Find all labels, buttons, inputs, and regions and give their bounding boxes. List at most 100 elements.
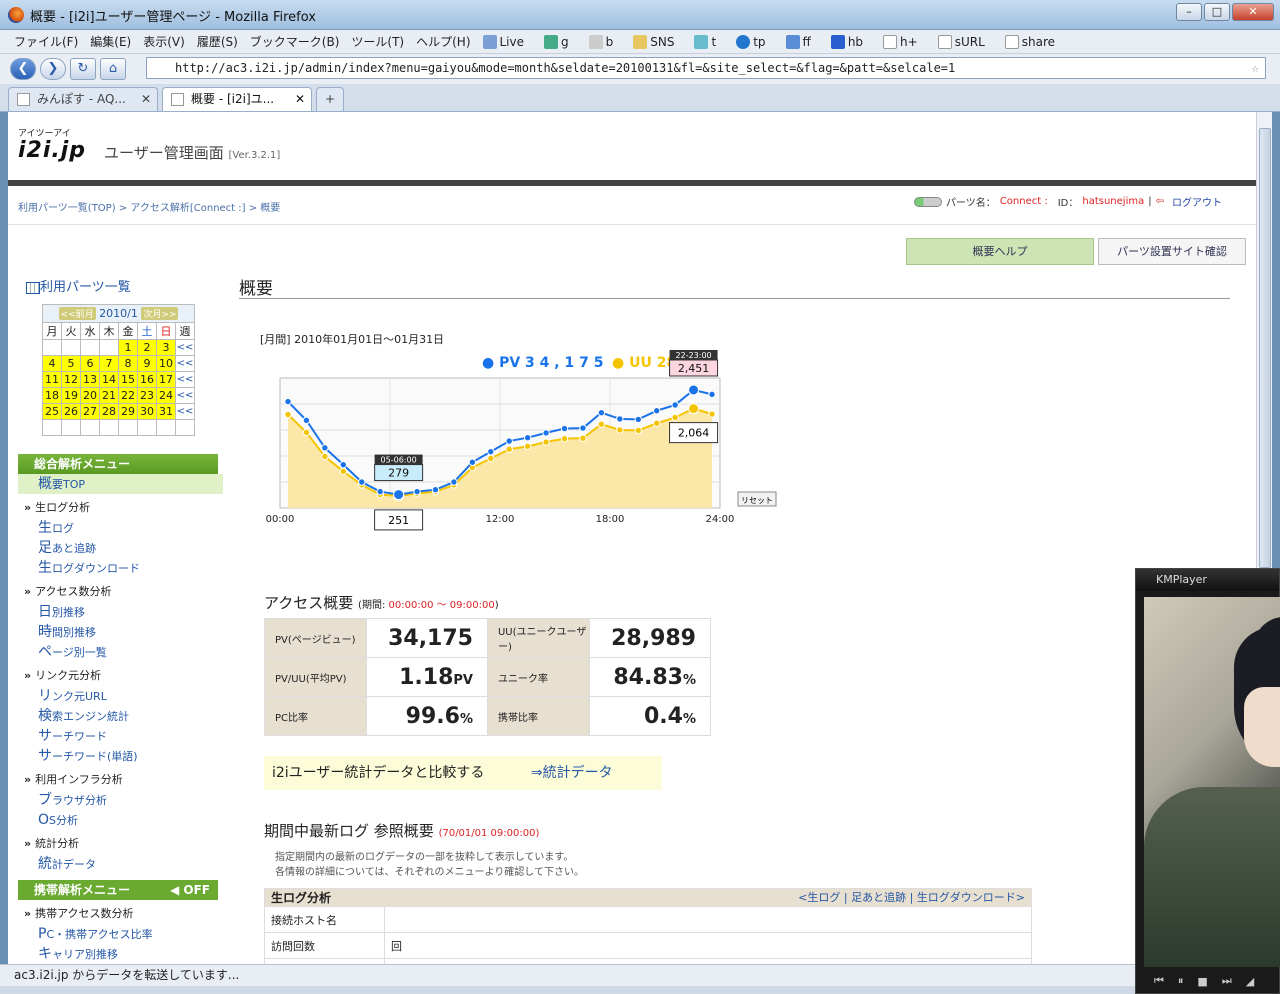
calendar-day[interactable]: 27 [80,403,100,420]
menu-item[interactable]: PC・携帯アクセス比率 [18,924,223,944]
week-select[interactable]: << [175,371,195,388]
calendar-day[interactable]: 25 [42,403,62,420]
menu-edit[interactable]: 編集(E) [90,33,131,50]
bookmark-b[interactable]: b [588,34,626,49]
site-check-button[interactable]: パーツ設置サイト確認 [1098,238,1246,265]
breadcrumb[interactable]: 利用パーツ一覧(TOP) > アクセス解析[Connect :] > 概要 [18,199,280,214]
menu-help[interactable]: ヘルプ(H) [416,33,470,50]
calendar-day[interactable]: 9 [137,355,157,372]
logo[interactable]: i2i.jp [18,138,86,163]
maximize-button[interactable]: □ [1204,3,1230,21]
menu-item[interactable]: ブラウザ分析 [18,790,223,810]
menu-item[interactable]: ページ別一覧 [18,642,223,662]
prev-icon[interactable]: ⏮ [1154,974,1164,988]
calendar-day[interactable]: 6 [80,355,100,372]
menu-item[interactable]: 検索エンジン統計 [18,706,223,726]
calendar-day[interactable]: 8 [118,355,138,372]
calendar-day[interactable]: 3 [156,339,176,356]
video-frame[interactable] [1144,597,1280,967]
calendar-day[interactable]: 15 [118,371,138,388]
scrollbar-thumb[interactable] [1259,128,1271,568]
bookmark-g[interactable]: g [544,34,581,49]
menu-tools[interactable]: ツール(T) [351,33,404,50]
calendar-day[interactable]: 5 [61,355,81,372]
log-links[interactable]: <生ログ | 足あと追跡 | 生ログダウンロード> [798,889,1031,905]
close-window-button[interactable]: ✕ [1232,3,1274,21]
hourly-chart[interactable]: 00:0006:0012:0018:0024:00● PV 3 4 , 1 7 … [264,348,784,538]
bookmark-tp[interactable]: tp [736,34,777,49]
calendar-day[interactable]: 21 [99,387,119,404]
menu-view[interactable]: 表示(V) [143,33,185,50]
calendar-day[interactable]: 14 [99,371,119,388]
calendar-day[interactable]: 2 [137,339,157,356]
bookmark-star-icon[interactable]: ☆ [1252,58,1259,78]
address-bar[interactable]: http://ac3.i2i.jp/admin/index?menu=gaiyo… [146,57,1266,79]
calendar-day[interactable]: 29 [118,403,138,420]
calendar-day[interactable]: 11 [42,371,62,388]
next-icon[interactable]: ⏭ [1222,974,1232,988]
menu-item[interactable]: 日別推移 [18,602,223,622]
home-button[interactable]: ⌂ [100,58,126,80]
calendar-day[interactable]: 19 [61,387,81,404]
calendar-day[interactable]: 4 [42,355,62,372]
calendar-day[interactable]: 17 [156,371,176,388]
week-select[interactable]: << [175,355,195,372]
week-select[interactable]: << [175,387,195,404]
calendar-day[interactable]: 16 [137,371,157,388]
calendar-day[interactable]: 10 [156,355,176,372]
help-button[interactable]: 概要ヘルプ [906,238,1094,265]
close-tab-icon[interactable]: ✕ [295,88,305,110]
menu-history[interactable]: 履歴(S) [197,33,238,50]
stop-icon[interactable]: ■ [1197,975,1207,988]
calendar-day[interactable]: 22 [118,387,138,404]
reload-button[interactable]: ↻ [70,58,96,80]
menu-item[interactable]: OS分析 [18,810,223,830]
week-select[interactable]: << [175,339,195,356]
menu-file[interactable]: ファイル(F) [14,33,78,50]
calendar-day[interactable]: 7 [99,355,119,372]
week-select[interactable]: << [175,403,195,420]
kmplayer-window[interactable]: KMPlayer ⏮ ⏸ ■ ⏭ ◢ [1135,568,1280,994]
mobile-menu-header[interactable]: 携帯解析メニュー ◀ OFF [18,880,218,900]
minimize-button[interactable]: – [1176,3,1202,21]
bookmark-hplus[interactable]: h+ [883,34,930,49]
menu-item[interactable]: 概要TOP [18,474,223,494]
calendar-day[interactable]: 12 [61,371,81,388]
close-tab-icon[interactable]: ✕ [141,88,151,110]
next-month-button[interactable]: 次月>> [141,307,179,320]
calendar-day[interactable]: 1 [118,339,138,356]
bookmark-t[interactable]: t [694,34,728,49]
calendar-day[interactable]: 24 [156,387,176,404]
new-tab-button[interactable]: + [316,87,344,111]
menu-item[interactable]: キャリア別推移 [18,944,223,964]
menu-item[interactable]: 生ログダウンロード [18,558,223,578]
menu-item[interactable]: 生ログ [18,518,223,538]
tab-gaiyou[interactable]: 概要 - [i2i]ユ... ✕ [162,87,312,111]
calendar-day[interactable]: 20 [80,387,100,404]
calendar-day[interactable]: 13 [80,371,100,388]
menu-bookmarks[interactable]: ブックマーク(B) [250,33,340,50]
bookmark-ff[interactable]: ff [785,34,823,49]
mobile-off-badge[interactable]: ◀ OFF [170,880,210,900]
bookmark-live[interactable]: Live [482,34,537,49]
menu-item[interactable]: サーチワード [18,726,223,746]
stats-data-link[interactable]: ⇒統計データ [531,765,613,781]
bookmark-hb[interactable]: hb [830,34,875,49]
bookmark-surl[interactable]: sURL [937,34,997,49]
volume-icon[interactable]: ◢ [1246,975,1254,988]
calendar-day[interactable]: 26 [61,403,81,420]
bookmark-share[interactable]: share [1004,34,1067,49]
tab-minpos[interactable]: みんぽす - AQ... ✕ [8,87,158,111]
menu-item[interactable]: リンク元URL [18,686,223,706]
menu-item[interactable]: サーチワード(単語) [18,746,223,766]
bookmark-sns[interactable]: SNS [633,34,686,49]
menu-item[interactable]: 時間別推移 [18,622,223,642]
prev-month-button[interactable]: <<前月 [58,307,96,320]
calendar-day[interactable]: 31 [156,403,176,420]
calendar-day[interactable]: 18 [42,387,62,404]
calendar-day[interactable]: 30 [137,403,157,420]
calendar-day[interactable]: 23 [137,387,157,404]
logout-link[interactable]: ログアウト [1172,194,1222,209]
menu-item[interactable]: 統計データ [18,854,223,874]
calendar-day[interactable]: 28 [99,403,119,420]
